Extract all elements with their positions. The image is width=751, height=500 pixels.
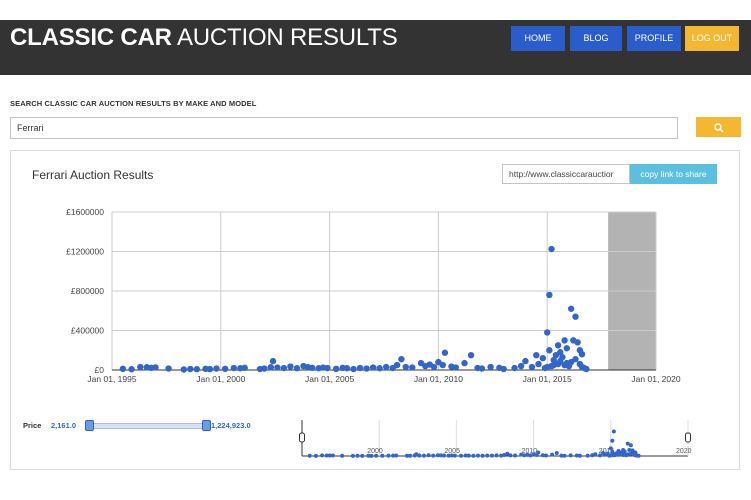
logo-bold: CLASSIC CAR [10,24,172,51]
price-max-value: 1,224,923.0 [211,421,251,430]
chart-panel [10,150,740,470]
search-button[interactable] [696,117,741,137]
price-range-slider[interactable] [89,423,207,429]
price-min-handle[interactable] [85,420,94,431]
search-icon [713,122,723,133]
price-min-value: 2,161.0 [51,421,77,430]
nav-profile[interactable]: PROFILE [627,26,681,51]
nav-home[interactable]: HOME [511,26,565,51]
nav-logout[interactable]: LOG OUT [685,26,739,51]
search-label: SEARCH CLASSIC CAR AUCTION RESULTS BY MA… [10,99,257,108]
header-bar: CLASSIC CAR AUCTION RESULTS HOME BLOG PR… [0,20,751,75]
search-input[interactable]: Ferrari [10,117,678,139]
top-strip [0,0,751,20]
price-filter-label: Price [23,421,42,430]
logo-rest: AUCTION RESULTS [176,24,398,51]
copy-link-button[interactable]: copy link to share [630,164,717,184]
site-logo[interactable]: CLASSIC CAR AUCTION RESULTS [10,24,398,52]
share-url-input[interactable]: http://www.classiccarauctior [502,164,630,184]
price-max-handle[interactable] [202,420,211,431]
chart-title: Ferrari Auction Results [32,168,154,182]
nav-blog[interactable]: BLOG [570,26,622,51]
